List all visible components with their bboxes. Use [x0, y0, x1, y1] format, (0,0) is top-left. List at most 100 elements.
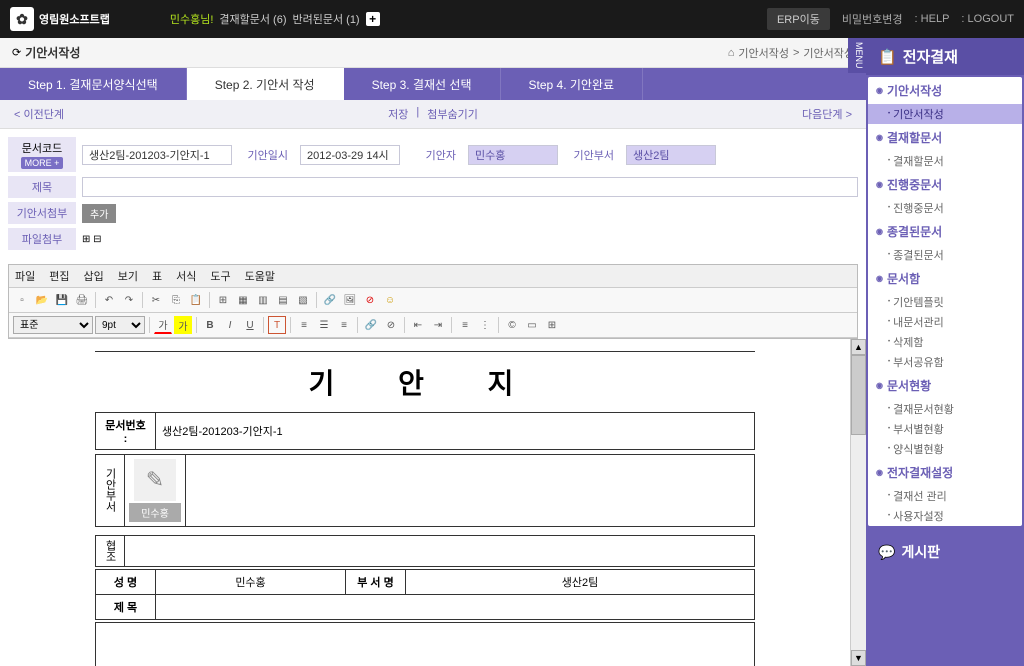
bgcolor-icon[interactable]: 가	[174, 316, 192, 334]
image-icon[interactable]: 🖼	[341, 291, 359, 309]
erp-button[interactable]: ERP이동	[767, 8, 830, 30]
style-select[interactable]: 표준	[13, 316, 93, 334]
sidebar-cat-6[interactable]: ◉전자결재설정	[868, 459, 1022, 486]
menu-edit[interactable]: 편집	[49, 268, 69, 284]
new-icon[interactable]: ▫	[13, 291, 31, 309]
dept-input[interactable]	[626, 145, 716, 165]
menu-format[interactable]: 서식	[176, 268, 196, 284]
split-icon[interactable]: ▧	[294, 291, 312, 309]
scroll-down-icon[interactable]: ▼	[851, 650, 866, 666]
link-icon[interactable]: 🔗	[321, 291, 339, 309]
sidebar-item-6-0[interactable]: •결재선 관리	[868, 486, 1022, 506]
print-icon[interactable]: 🖨	[73, 291, 91, 309]
list-ol-icon[interactable]: ≡	[456, 316, 474, 334]
step-tab-2[interactable]: Step 2. 기안서 작성	[187, 68, 344, 100]
more-button[interactable]: MORE +	[21, 157, 64, 169]
next-step-button[interactable]: 다음단계 >	[802, 106, 852, 122]
sidebar-cat-3[interactable]: ◉종결된문서	[868, 218, 1022, 245]
sidebar-cat-2[interactable]: ◉진행중문서	[868, 171, 1022, 198]
sidebar-item-6-1[interactable]: •사용자설정	[868, 506, 1022, 526]
redo-icon[interactable]: ↷	[120, 291, 138, 309]
copy-icon[interactable]: ⎘	[167, 291, 185, 309]
sidebar-item-2-0[interactable]: •진행중문서	[868, 198, 1022, 218]
home-icon[interactable]: ⌂	[728, 47, 735, 59]
unlink-icon[interactable]: ⊘	[382, 316, 400, 334]
sidebar-item-5-0[interactable]: •결재문서현황	[868, 399, 1022, 419]
breadcrumb-1[interactable]: 기안서작성	[738, 45, 789, 61]
sidebar-item-5-1[interactable]: •부서별현황	[868, 419, 1022, 439]
box-icon[interactable]: ▭	[523, 316, 541, 334]
sidebar-cat-1[interactable]: ◉결재할문서	[868, 124, 1022, 151]
title-input[interactable]	[82, 177, 858, 197]
col-icon[interactable]: ▥	[254, 291, 272, 309]
save-button[interactable]: 저장	[388, 106, 408, 122]
breadcrumb-2[interactable]: 기안서작성	[803, 45, 854, 61]
menu-insert[interactable]: 삽입	[84, 268, 104, 284]
pending-docs-link[interactable]: 결재할문서 (6)	[219, 11, 286, 27]
password-link[interactable]: 비밀번호변경	[842, 11, 903, 27]
step-tab-3[interactable]: Step 3. 결재선 선택	[344, 68, 501, 100]
menu-table[interactable]: 표	[152, 268, 162, 284]
menu-tools[interactable]: 도구	[210, 268, 230, 284]
returned-docs-link[interactable]: 반려된문서 (1)	[293, 11, 360, 27]
char-icon[interactable]: ©	[503, 316, 521, 334]
link2-icon[interactable]: 🔗	[362, 316, 380, 334]
cut-icon[interactable]: ✂	[147, 291, 165, 309]
doc-code-input[interactable]	[82, 145, 232, 165]
indent-icon[interactable]: ⇥	[429, 316, 447, 334]
sidebar-item-1-0[interactable]: •결재할문서	[868, 151, 1022, 171]
sidebar-item-4-2[interactable]: •삭제함	[868, 332, 1022, 352]
scroll-up-icon[interactable]: ▲	[851, 339, 866, 355]
emoji-icon[interactable]: ☺	[381, 291, 399, 309]
author-input[interactable]	[468, 145, 558, 165]
sidebar-title-board[interactable]: 💬 게시판	[866, 528, 1024, 576]
save-icon[interactable]: 💾	[53, 291, 71, 309]
sidebar-cat-5[interactable]: ◉문서현황	[868, 372, 1022, 399]
add-attach-button[interactable]: 추가	[82, 204, 116, 223]
sidebar-item-4-0[interactable]: •기안템플릿	[868, 292, 1022, 312]
bold-icon[interactable]: B	[201, 316, 219, 334]
sidebar-item-3-0[interactable]: •종결된문서	[868, 245, 1022, 265]
italic-icon[interactable]: I	[221, 316, 239, 334]
row-icon[interactable]: ▦	[234, 291, 252, 309]
align-center-icon[interactable]: ☰	[315, 316, 333, 334]
textbox-icon[interactable]: T	[268, 316, 286, 334]
grid-icon[interactable]: ⊞	[543, 316, 561, 334]
menu-file[interactable]: 파일	[15, 268, 35, 284]
align-left-icon[interactable]: ≡	[295, 316, 313, 334]
draft-date-input[interactable]	[300, 145, 400, 165]
sidebar-item-5-2[interactable]: •양식별현황	[868, 439, 1022, 459]
sidebar-cat-0[interactable]: ◉기안서작성	[868, 77, 1022, 104]
scroll-thumb[interactable]	[851, 355, 866, 435]
scrollbar[interactable]: ▲ ▼	[850, 339, 866, 666]
plus-button[interactable]: +	[366, 12, 380, 26]
sidebar-item-4-1[interactable]: •내문서관리	[868, 312, 1022, 332]
body-cell[interactable]	[96, 622, 755, 666]
table-icon[interactable]: ⊞	[214, 291, 232, 309]
merge-icon[interactable]: ▤	[274, 291, 292, 309]
list-ul-icon[interactable]: ⋮	[476, 316, 494, 334]
menu-tab[interactable]: MENU	[848, 38, 866, 73]
doc-scroll[interactable]: 기 안 지 문서번호 : 생산2팀-201203-기안지-1 기안부서 ✎ 민수…	[0, 339, 850, 666]
sidebar-item-4-3[interactable]: •부서공유함	[868, 352, 1022, 372]
menu-view[interactable]: 보기	[118, 268, 138, 284]
expand-attach-icon[interactable]: ⊞ ⊟	[82, 234, 102, 245]
logout-link[interactable]: : LOGOUT	[961, 13, 1014, 25]
underline-icon[interactable]: U	[241, 316, 259, 334]
hide-attach-button[interactable]: 첨부숨기기	[427, 106, 478, 122]
step-tab-1[interactable]: Step 1. 결재문서양식선택	[0, 68, 187, 100]
paste-icon[interactable]: 📋	[187, 291, 205, 309]
help-link[interactable]: : HELP	[915, 13, 950, 25]
align-right-icon[interactable]: ≡	[335, 316, 353, 334]
sidebar-cat-4[interactable]: ◉문서함	[868, 265, 1022, 292]
fontcolor-icon[interactable]: 가	[154, 316, 172, 334]
prev-step-button[interactable]: < 이전단계	[14, 106, 64, 122]
undo-icon[interactable]: ↶	[100, 291, 118, 309]
step-tab-4[interactable]: Step 4. 기안완료	[501, 68, 644, 100]
fontsize-select[interactable]: 9pt	[95, 316, 145, 334]
outdent-icon[interactable]: ⇤	[409, 316, 427, 334]
menu-help[interactable]: 도움말	[245, 268, 275, 284]
media-icon[interactable]: ⊘	[361, 291, 379, 309]
refresh-icon[interactable]: ⟳	[12, 46, 21, 59]
sidebar-item-0-0[interactable]: •기안서작성	[868, 104, 1022, 124]
